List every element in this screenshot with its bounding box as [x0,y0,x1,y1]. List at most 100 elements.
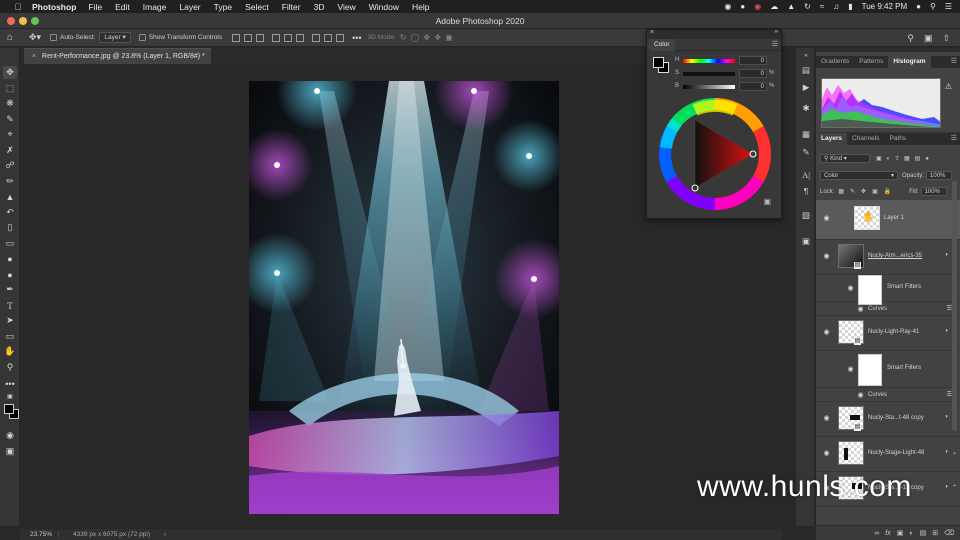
clock-label[interactable]: Tue 9:42 PM [862,2,908,11]
type-tool-icon[interactable]: T [3,299,17,312]
histogram-warning-icon[interactable]: ⚠ [945,82,952,91]
visibility-eye-icon[interactable]: ◉ [846,284,855,292]
move-tool-icon[interactable]: ✥ [3,66,17,79]
character-icon[interactable]: A| [800,169,812,181]
distribute-icon[interactable] [312,33,321,42]
hue-track[interactable] [683,59,735,63]
path-selection-tool-icon[interactable]: ➤ [3,314,17,327]
delete-layer-icon[interactable]: ⌫ [944,529,954,537]
color-tab[interactable]: Color [649,39,675,51]
brightness-value[interactable]: 0 [739,82,767,91]
layer-name[interactable]: Curves [868,392,887,398]
color-wheel[interactable] [659,98,771,210]
kind-filter-dropdown[interactable]: ⚲ Kind ▾ [820,154,870,163]
visibility-eye-icon[interactable]: ◉ [822,214,831,222]
auto-select-checkbox[interactable]: Auto-Select: [50,31,95,45]
color-panel[interactable]: × » Color ☰ H 0 S 0 % B 0 % ▣ [646,29,782,219]
edit-toolbar-icon[interactable]: ••• [3,377,17,390]
histogram-panel[interactable]: Gradients Patterns Histogram ☰ ⚠ [816,52,960,132]
layer-row[interactable]: ◉ Smart Filters [816,275,960,305]
paragraph-icon[interactable]: ¶ [800,185,812,197]
brush-settings-icon[interactable]: ✎ [800,146,812,158]
eyedropper-tool-icon[interactable]: ✗ [3,144,17,157]
smart-filter-mask-thumbnail[interactable] [858,275,882,305]
apple-icon[interactable]:  [10,2,26,12]
layer-name[interactable]: Nucly-Sta...t-48 copy [868,415,924,421]
cloud-icon[interactable]: ☁ [770,2,778,11]
3d-orbit-icon[interactable]: ↻ [400,31,407,45]
blur-tool-icon[interactable]: ● [3,252,17,265]
show-transform-checkbox[interactable]: Show Transform Controls [138,31,222,45]
color-fg-swatch[interactable] [653,57,664,68]
clone-stamp-tool-icon[interactable]: ▲ [3,190,17,203]
layer-row[interactable]: ◉ Curves ☰ [816,389,960,402]
align-top-icon[interactable] [272,33,281,42]
crop-tool-icon[interactable]: ⌖ [3,128,17,141]
shield-icon[interactable]: ▲ [787,2,795,11]
link-layers-icon[interactable]: ∞ [874,530,879,537]
layer-row[interactable]: ◉ Smart Filters [816,352,960,388]
filter-pixel-icon[interactable]: ▣ [876,155,882,162]
visibility-eye-icon[interactable]: ◉ [822,414,831,422]
color-panel-close-icon[interactable]: × [650,29,654,36]
marquee-tool-icon[interactable]: ⬚ [3,82,17,95]
brush-tool-icon[interactable]: ✏ [3,175,17,188]
move-tool-preset-icon[interactable]: ✥▾ [24,31,46,45]
brightness-slider-row[interactable]: B 0 % [675,82,779,91]
smart-filter-toggle-icon[interactable]: ◑ [944,449,948,455]
layer-name[interactable]: Nucly-Stage-Light-48 [868,450,924,456]
libraries-icon[interactable]: ✱ [800,102,812,114]
tab-paths[interactable]: Paths [884,133,911,145]
saturation-slider-row[interactable]: S 0 % [675,69,779,78]
shape-tool-icon[interactable]: ▭ [3,330,17,343]
new-group-icon[interactable]: ▤ [920,529,927,537]
menu-select[interactable]: Select [245,2,269,12]
user-icon[interactable]: ● [916,2,921,11]
layer-row[interactable]: ◉ Nucly-Stage-Light-48 ◑ ⌄ [816,438,960,472]
smart-filter-toggle-icon[interactable]: ◑ [944,484,948,490]
3d-roll-icon[interactable]: ◯ [410,31,419,45]
zoom-tool-icon[interactable]: ⚲ [3,361,17,374]
smart-filter-toggle-icon[interactable]: ◑ [944,328,948,334]
layers-scrollbar[interactable] [952,181,957,431]
menu-file[interactable]: File [88,2,102,12]
zoom-window-button[interactable] [31,17,39,25]
default-colors-icon[interactable]: ▣ [3,390,17,403]
menu-edit[interactable]: Edit [115,2,130,12]
hand-tool-icon[interactable]: ✋ [3,345,17,358]
3d-slide-icon[interactable]: ❖ [434,31,441,45]
screen-mode-icon[interactable]: ▣ [3,445,17,458]
foreground-color-swatch[interactable] [4,404,14,414]
distribute-center-icon[interactable] [324,33,333,42]
3d-pan-icon[interactable]: ✥ [423,31,430,45]
smart-filter-toggle-icon[interactable]: ◑ [944,414,948,420]
menu-app-name[interactable]: Photoshop [32,2,76,12]
tab-histogram[interactable]: Histogram [888,56,931,68]
layer-row[interactable]: ◉ ▤ Nucly-Atm...erics-35 ◑ ⌃ [816,241,960,275]
add-swatch-icon[interactable]: ▣ [763,197,771,206]
layer-style-icon[interactable]: fx [885,530,890,537]
menu-view[interactable]: View [337,2,355,12]
saturation-track[interactable] [683,72,735,76]
opacity-input[interactable]: 100% [926,171,953,180]
brightness-track[interactable] [683,85,735,89]
visibility-eye-icon[interactable]: ◉ [822,449,831,457]
history-brush-tool-icon[interactable]: ↶ [3,206,17,219]
lock-position-icon[interactable]: ✥ [861,188,866,195]
color-panel-menu-icon[interactable]: ☰ [772,39,778,51]
smart-filter-toggle-icon[interactable]: ◑ [944,252,948,258]
lock-artboard-icon[interactable]: ▣ [872,188,878,195]
color-panel-header[interactable]: × » [647,29,781,39]
navigator-icon[interactable]: ▣ [800,235,812,247]
new-layer-icon[interactable]: ⊞ [932,529,938,537]
search-icon[interactable]: ⚲ [907,33,914,44]
filter-shape-icon[interactable]: ▦ [904,155,910,162]
layer-name[interactable]: Smart Filters [887,284,921,290]
minimize-window-button[interactable] [19,17,27,25]
expand-chevron-icon[interactable]: ⌄ [952,449,957,456]
adjustments-icon[interactable]: ▤ [800,64,812,76]
quick-select-tool-icon[interactable]: ✎ [3,113,17,126]
more-options-icon[interactable]: ••• [352,31,361,45]
layer-name[interactable]: Smart Filters [887,365,921,371]
layer-name[interactable]: Nucly-Atm...erics-35 [868,253,922,259]
